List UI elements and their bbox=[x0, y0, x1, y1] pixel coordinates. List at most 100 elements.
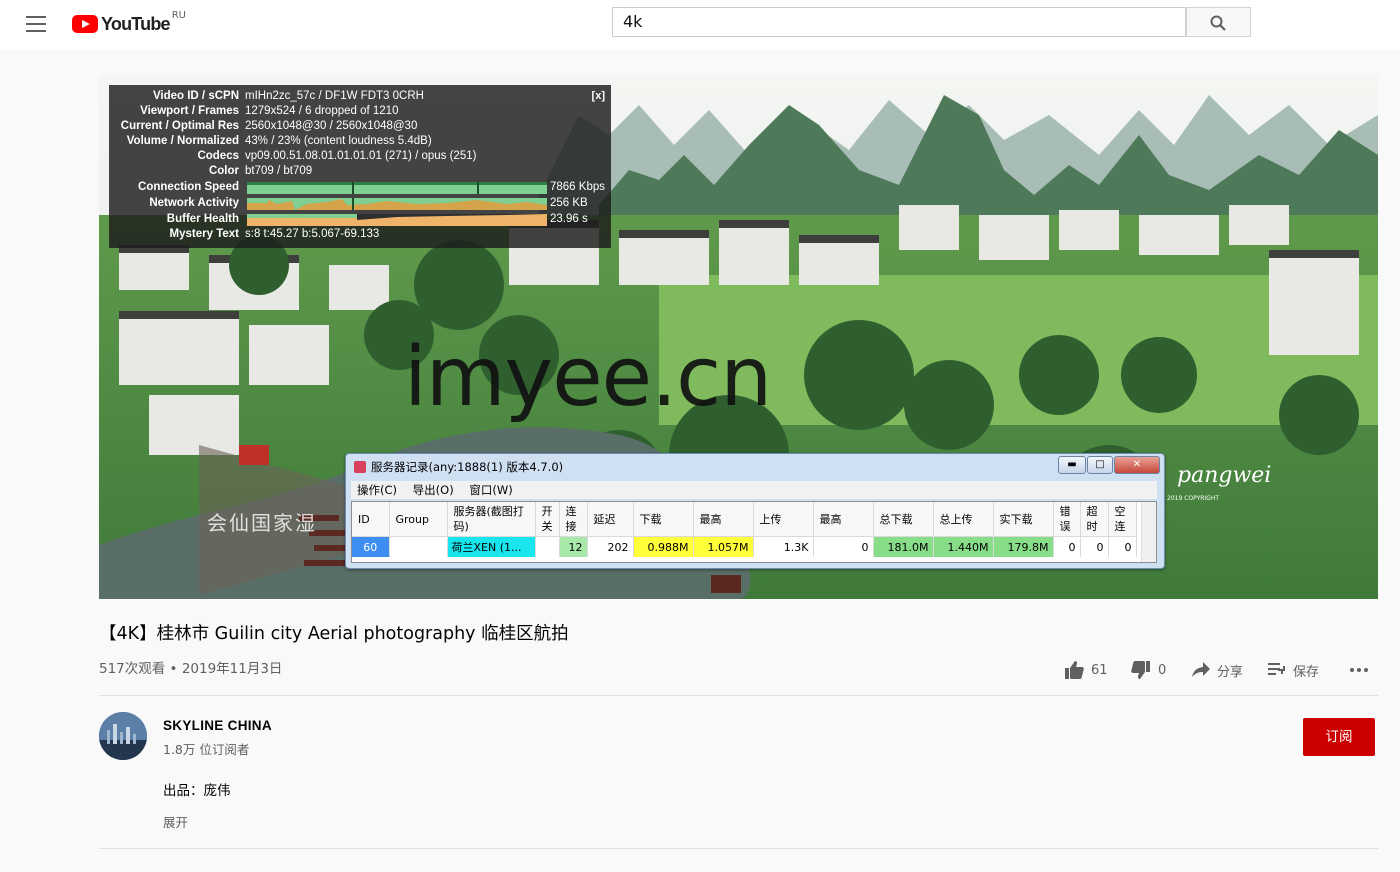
app-icon bbox=[354, 461, 366, 473]
save-button[interactable]: 保存 bbox=[1268, 660, 1319, 680]
column-header[interactable]: Group bbox=[389, 502, 448, 537]
site-watermark: imyee.cn bbox=[404, 330, 772, 425]
table-scrollbar[interactable] bbox=[1141, 502, 1156, 562]
more-horizontal-icon bbox=[1350, 668, 1368, 672]
search-input[interactable]: 4k bbox=[612, 7, 1186, 37]
masthead: YouTube RU 4k bbox=[0, 0, 1400, 50]
column-header[interactable]: 服务器(截图打码) bbox=[447, 502, 536, 537]
dislike-count: 0 bbox=[1158, 662, 1167, 678]
stats-label: Buffer Health bbox=[166, 213, 239, 225]
subscriber-count: 1.8万 位订阅者 bbox=[163, 742, 250, 757]
table-cell: 荷兰XEN (1... bbox=[447, 536, 536, 557]
window-title-bar[interactable]: 服务器记录(any:1888(1) 版本4.7.0) bbox=[354, 458, 563, 476]
stats-value: vp09.00.51.08.01.01.01.01 (271) / opus (… bbox=[245, 150, 477, 162]
column-header[interactable]: 超时 bbox=[1080, 502, 1109, 537]
column-header[interactable]: 开关 bbox=[535, 502, 560, 537]
window-menu-bar: 操作(C) 导出(O) 窗口(W) bbox=[351, 481, 1157, 499]
share-label: 分享 bbox=[1217, 664, 1244, 680]
channel-avatar[interactable] bbox=[99, 712, 147, 760]
video-description: 出品：庞伟 bbox=[163, 783, 231, 799]
stats-row-network-activity: Network Activity 256 KB bbox=[109, 196, 611, 211]
table-cell: 1.3K bbox=[753, 536, 814, 557]
divider bbox=[99, 695, 1378, 696]
youtube-play-icon bbox=[72, 15, 98, 33]
search-button[interactable] bbox=[1186, 7, 1251, 37]
column-header[interactable]: 下载 bbox=[633, 502, 694, 537]
network-activity-graph bbox=[247, 198, 547, 210]
dislike-button[interactable]: 0 bbox=[1131, 660, 1166, 680]
connection-speed-value: 7866 Kbps bbox=[550, 181, 605, 193]
stats-value: 2560x1048@30 / 2560x1048@30 bbox=[245, 120, 418, 132]
stats-label: Volume / Normalized bbox=[126, 135, 239, 147]
column-header[interactable]: 最高 bbox=[693, 502, 754, 537]
scene-sign-text: 会仙国家湿 bbox=[207, 511, 317, 535]
like-button[interactable]: 61 bbox=[1064, 660, 1108, 680]
connection-speed-graph bbox=[247, 182, 547, 194]
signature-copyright: 2019 COPYRIGHT bbox=[1167, 495, 1220, 502]
stats-value: mIHn2zc_57c / DF1W FDT3 0CRH bbox=[245, 90, 424, 102]
show-more-button[interactable]: 展开 bbox=[163, 812, 188, 831]
stats-row-connection-speed: Connection Speed 7866 Kbps bbox=[109, 180, 611, 195]
share-button[interactable]: 分享 bbox=[1192, 660, 1243, 680]
channel-name[interactable]: SKYLINE CHINA bbox=[163, 718, 272, 733]
close-button[interactable]: ✕ bbox=[1114, 456, 1160, 474]
window-controls: ▬ □ ✕ bbox=[1057, 456, 1160, 474]
column-header[interactable]: 空连 bbox=[1108, 502, 1137, 537]
table-cell: 0 bbox=[1080, 536, 1109, 557]
column-header[interactable]: 总下载 bbox=[873, 502, 934, 537]
table-cell bbox=[389, 536, 448, 557]
stats-row-mystery-text: Mystery Text s:8 t:45.27 b:5.067-69.133 bbox=[109, 227, 611, 242]
logo-text: YouTube bbox=[101, 13, 171, 34]
stats-label: Current / Optimal Res bbox=[120, 120, 239, 132]
server-log-window[interactable]: 服务器记录(any:1888(1) 版本4.7.0) ▬ □ ✕ 操作(C) 导… bbox=[345, 453, 1165, 569]
subscribe-button[interactable]: 订阅 bbox=[1303, 718, 1375, 756]
stats-label: Codecs bbox=[197, 150, 239, 162]
menu-item-operate[interactable]: 操作(C) bbox=[357, 483, 397, 497]
stats-label: Video ID / sCPN bbox=[152, 90, 239, 102]
menu-icon[interactable] bbox=[26, 16, 46, 32]
stats-row-resolution: Current / Optimal Res 2560x1048@30 / 256… bbox=[109, 119, 611, 134]
table-cell: 1.057M bbox=[693, 536, 754, 557]
window-title: 服务器记录(any:1888(1) 版本4.7.0) bbox=[371, 460, 564, 474]
table-cell: 0.988M bbox=[633, 536, 694, 557]
signature-watermark: pangwei bbox=[1177, 463, 1272, 488]
stats-value: bt709 / bt709 bbox=[245, 165, 313, 177]
table-cell: 202 bbox=[587, 536, 634, 557]
column-header[interactable]: 延迟 bbox=[587, 502, 634, 537]
table-cell: 0 bbox=[1108, 536, 1137, 557]
menu-item-window[interactable]: 窗口(W) bbox=[469, 483, 512, 497]
column-header[interactable]: 连接 bbox=[559, 502, 588, 537]
stats-for-nerds-panel: [x] Video ID / sCPN mIHn2zc_57c / DF1W F… bbox=[109, 85, 611, 248]
like-count: 61 bbox=[1091, 662, 1108, 678]
table-row[interactable]: 60 荷兰XEN (1... 12 202 0.988M 1.057M 1.3K 0 181.0… bbox=[352, 536, 1137, 557]
more-actions-button[interactable] bbox=[1349, 660, 1376, 680]
playlist-add-icon bbox=[1268, 663, 1285, 675]
stats-label: Connection Speed bbox=[138, 181, 239, 193]
table-cell: 181.0M bbox=[873, 536, 934, 557]
network-activity-value: 256 KB bbox=[550, 197, 588, 209]
youtube-logo[interactable]: YouTube RU bbox=[72, 10, 187, 36]
table-cell bbox=[535, 536, 560, 557]
stats-value: 1279x524 / 6 dropped of 1210 bbox=[245, 105, 399, 117]
stats-value: s:8 t:45.27 b:5.067-69.133 bbox=[245, 228, 380, 240]
column-header[interactable]: 总上传 bbox=[933, 502, 994, 537]
stats-label: Network Activity bbox=[149, 197, 239, 209]
divider bbox=[99, 848, 1378, 849]
video-player[interactable]: 会仙国家湿 pangwei 2019 COPYRIGHT imyee.cn [x… bbox=[99, 75, 1378, 599]
column-header[interactable]: ID bbox=[352, 502, 390, 537]
column-header[interactable]: 最高 bbox=[813, 502, 874, 537]
menu-item-export[interactable]: 导出(O) bbox=[413, 483, 454, 497]
column-header[interactable]: 错误 bbox=[1053, 502, 1081, 537]
minimize-button[interactable]: ▬ bbox=[1058, 456, 1086, 474]
stats-row-video-id: Video ID / sCPN mIHn2zc_57c / DF1W FDT3 … bbox=[109, 89, 611, 104]
maximize-button[interactable]: □ bbox=[1087, 456, 1113, 474]
logo-country-code: RU bbox=[171, 10, 187, 21]
stats-row-buffer-health: Buffer Health 23.96 s bbox=[109, 212, 611, 227]
buffer-health-value: 23.96 s bbox=[550, 213, 588, 225]
column-header[interactable]: 上传 bbox=[753, 502, 814, 537]
stats-row-color: Color bt709 / bt709 bbox=[109, 164, 611, 179]
video-title: 【4K】桂林市 Guilin city Aerial photography 临… bbox=[99, 624, 569, 644]
stats-label: Mystery Text bbox=[169, 228, 239, 240]
stats-row-codecs: Codecs vp09.00.51.08.01.01.01.01 (271) /… bbox=[109, 149, 611, 164]
column-header[interactable]: 实下载 bbox=[993, 502, 1054, 537]
